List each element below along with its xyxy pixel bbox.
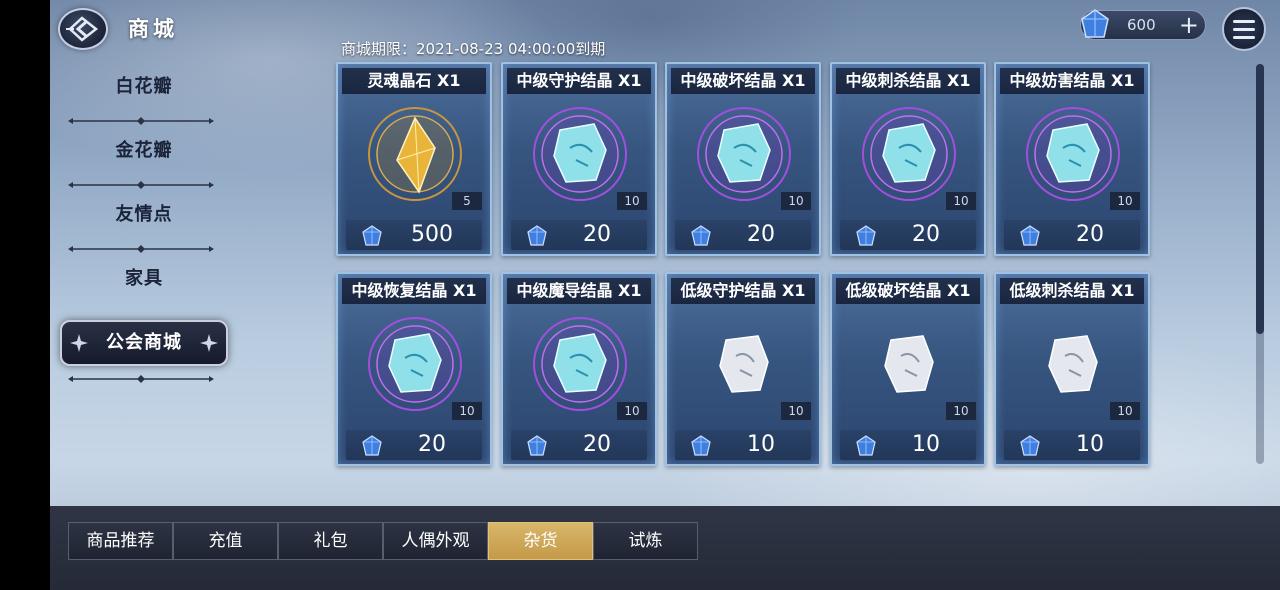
hamburger-menu-icon <box>1233 19 1255 23</box>
blue-crystal-icon <box>691 435 711 456</box>
price-value: 20 <box>912 222 940 247</box>
tab[interactable]: 杂货 <box>488 522 593 560</box>
product-name: 中级刺杀结晶 X1 <box>836 68 980 94</box>
product-card[interactable]: 低级守护结晶 X1 10 10 <box>665 272 821 466</box>
menu-button[interactable] <box>1222 7 1266 51</box>
product-card[interactable]: 低级刺杀结晶 X1 10 10 <box>994 272 1150 466</box>
sidebar-item[interactable]: 公会商城 <box>60 320 228 366</box>
product-card[interactable]: 灵魂晶石 X1 5 500 <box>336 62 492 256</box>
tab[interactable]: 充值 <box>173 522 278 560</box>
blue-crystal-icon <box>362 435 382 456</box>
left-black-strip <box>0 0 50 590</box>
price-value: 10 <box>747 432 775 457</box>
price-value: 20 <box>1076 222 1104 247</box>
sparkle-icon <box>70 334 88 352</box>
price-value: 20 <box>583 222 611 247</box>
product-quantity: 10 <box>946 192 976 210</box>
product-price: 20 <box>840 220 976 250</box>
product-price: 500 <box>346 220 482 250</box>
back-arrow-icon <box>66 16 99 42</box>
product-name: 低级刺杀结晶 X1 <box>1000 278 1144 304</box>
product-quantity: 10 <box>617 192 647 210</box>
product-quantity: 5 <box>452 192 482 210</box>
product-price: 20 <box>1004 220 1140 250</box>
product-price: 20 <box>675 220 811 250</box>
product-quantity: 10 <box>781 192 811 210</box>
blue-crystal-icon <box>1020 225 1040 246</box>
product-quantity: 10 <box>946 402 976 420</box>
ornament-divider <box>68 117 214 125</box>
sidebar-item-label: 金花瓣 <box>115 140 173 161</box>
ornament-divider <box>68 181 214 189</box>
price-value: 10 <box>912 432 940 457</box>
product-name: 低级守护结晶 X1 <box>671 278 815 304</box>
sidebar-item[interactable]: 白花瓣 <box>60 64 228 110</box>
product-name: 中级破坏结晶 X1 <box>671 68 815 94</box>
scrollbar[interactable] <box>1256 64 1264 464</box>
back-button[interactable] <box>58 8 108 50</box>
sidebar-item[interactable]: 家具 <box>60 256 228 302</box>
ornament-divider <box>68 375 214 383</box>
blue-crystal-icon <box>856 435 876 456</box>
price-value: 20 <box>418 432 446 457</box>
currency-display: 600 + <box>1080 9 1206 40</box>
scrollbar-thumb[interactable] <box>1256 64 1264 334</box>
blue-crystal-icon <box>527 435 547 456</box>
product-price: 10 <box>1004 430 1140 460</box>
price-value: 10 <box>1076 432 1104 457</box>
sidebar-item-label: 友情点 <box>115 204 173 225</box>
product-price: 20 <box>511 220 647 250</box>
product-name: 低级破坏结晶 X1 <box>836 278 980 304</box>
blue-crystal-icon <box>527 225 547 246</box>
price-value: 20 <box>747 222 775 247</box>
product-price: 10 <box>675 430 811 460</box>
product-name: 中级妨害结晶 X1 <box>1000 68 1144 94</box>
product-name: 中级魔导结晶 X1 <box>507 278 651 304</box>
blue-crystal-icon <box>856 225 876 246</box>
price-value: 20 <box>583 432 611 457</box>
product-name: 中级守护结晶 X1 <box>507 68 651 94</box>
page-title: 商城 <box>128 17 178 41</box>
shop-period: 商城期限：2021-08-23 04:00:00到期 <box>341 40 606 58</box>
product-name: 灵魂晶石 X1 <box>342 68 486 94</box>
blue-crystal-icon <box>362 225 382 246</box>
product-card[interactable]: 中级守护结晶 X1 10 20 <box>501 62 657 256</box>
product-card[interactable]: 中级魔导结晶 X1 10 20 <box>501 272 657 466</box>
product-quantity: 10 <box>781 402 811 420</box>
blue-crystal-icon <box>1081 9 1109 38</box>
product-quantity: 10 <box>1110 192 1140 210</box>
product-card[interactable]: 低级破坏结晶 X1 10 10 <box>830 272 986 466</box>
product-quantity: 10 <box>1110 402 1140 420</box>
product-quantity: 10 <box>452 402 482 420</box>
sidebar-item[interactable]: 友情点 <box>60 192 228 238</box>
product-price: 10 <box>840 430 976 460</box>
product-card[interactable]: 中级破坏结晶 X1 10 20 <box>665 62 821 256</box>
sparkle-icon <box>200 334 218 352</box>
product-price: 20 <box>346 430 482 460</box>
product-quantity: 10 <box>617 402 647 420</box>
product-price: 20 <box>511 430 647 460</box>
tab[interactable]: 商品推荐 <box>68 522 173 560</box>
product-card[interactable]: 中级恢复结晶 X1 10 20 <box>336 272 492 466</box>
product-card[interactable]: 中级妨害结晶 X1 10 20 <box>994 62 1150 256</box>
sidebar-item-label: 白花瓣 <box>115 76 173 97</box>
product-name: 中级恢复结晶 X1 <box>342 278 486 304</box>
price-value: 500 <box>411 222 453 247</box>
tab[interactable]: 礼包 <box>278 522 383 560</box>
sidebar-item-label: 家具 <box>125 268 163 289</box>
tab[interactable]: 人偶外观 <box>383 522 488 560</box>
sidebar-item[interactable]: 金花瓣 <box>60 128 228 174</box>
tab[interactable]: 试炼 <box>593 522 698 560</box>
ornament-divider <box>68 245 214 253</box>
add-currency-button[interactable]: + <box>1179 11 1199 39</box>
blue-crystal-icon <box>1020 435 1040 456</box>
blue-crystal-icon <box>691 225 711 246</box>
currency-value: 600 <box>1127 16 1156 34</box>
product-card[interactable]: 中级刺杀结晶 X1 10 20 <box>830 62 986 256</box>
